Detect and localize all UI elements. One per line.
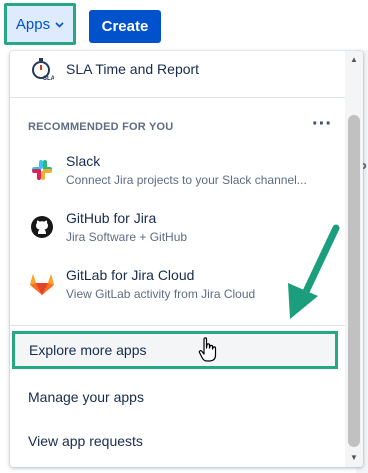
menu-item-subtitle: View GitLab activity from Jira Cloud <box>66 287 256 301</box>
menu-item-sla-time-report[interactable]: SLA SLA Time and Report <box>28 55 199 83</box>
menu-item-subtitle: Jira Software + GitHub <box>66 230 188 244</box>
scroll-up-icon[interactable]: ▲ <box>350 55 358 64</box>
menu-item-title: Slack <box>66 153 101 169</box>
menu-item-title: GitLab for Jira Cloud <box>66 267 195 283</box>
menu-item-github-for-jira[interactable]: GitHub for Jira Jira Software + GitHub <box>28 209 187 245</box>
more-options-icon[interactable]: ··· <box>312 113 332 136</box>
slack-icon <box>28 156 56 184</box>
menu-item-gitlab-for-jira-cloud[interactable]: GitLab for Jira Cloud View GitLab activi… <box>28 266 255 302</box>
github-icon <box>28 213 56 241</box>
explore-more-apps-link[interactable]: Explore more apps <box>12 331 338 369</box>
manage-your-apps-link[interactable]: Manage your apps <box>28 389 144 405</box>
view-app-requests-link[interactable]: View app requests <box>28 433 143 449</box>
menu-item-title: SLA Time and Report <box>66 60 200 77</box>
sla-stopwatch-icon: SLA <box>28 55 56 83</box>
apps-dropdown-panel: SLA SLA Time and Report RECOMMENDED FOR … <box>10 51 363 467</box>
scrollbar-thumb[interactable] <box>348 115 360 447</box>
menu-item-subtitle: Connect Jira projects to your Slack chan… <box>66 173 307 187</box>
hand-cursor-icon <box>198 337 217 362</box>
dropdown-scrollbar[interactable]: ▲ ▼ <box>345 51 363 467</box>
svg-text:SLA: SLA <box>43 76 54 82</box>
scroll-down-icon[interactable]: ▼ <box>350 453 358 462</box>
gitlab-icon <box>28 270 56 298</box>
create-button[interactable]: Create <box>89 10 161 43</box>
chevron-down-icon <box>55 20 64 31</box>
menu-item-title: GitHub for Jira <box>66 210 157 226</box>
divider <box>10 97 345 98</box>
menu-item-slack[interactable]: Slack Connect Jira projects to your Slac… <box>28 152 307 188</box>
apps-button-label: Apps <box>15 15 51 33</box>
recommended-section-header: RECOMMENDED FOR YOU <box>28 121 174 133</box>
divider <box>10 325 345 326</box>
apps-menu-button[interactable]: Apps <box>4 3 76 45</box>
